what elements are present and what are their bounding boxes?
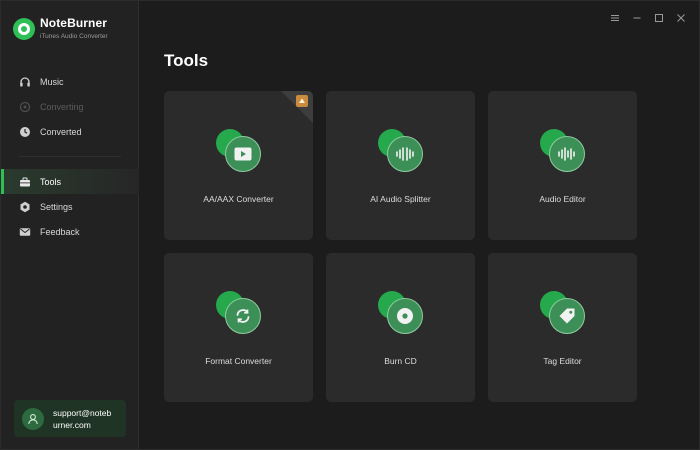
headphones-icon: [19, 76, 31, 88]
brand: NoteBurner iTunes Audio Converter: [13, 16, 108, 40]
sidebar-item-label: Tools: [40, 176, 62, 187]
minimize-icon[interactable]: [631, 12, 643, 24]
disc-icon: [387, 298, 423, 334]
sidebar-item-label: Settings: [40, 201, 73, 212]
toolbox-icon: [19, 176, 31, 188]
close-icon[interactable]: [675, 12, 687, 24]
tool-icon: [540, 291, 586, 334]
sidebar-item-music[interactable]: Music: [1, 69, 139, 94]
sidebar-item-tools[interactable]: Tools: [1, 169, 139, 194]
tool-icon: [378, 129, 424, 172]
tool-label: AI Audio Splitter: [370, 194, 431, 204]
tool-card-format-converter[interactable]: Format Converter: [164, 253, 313, 402]
sidebar-item-converting[interactable]: Converting: [1, 94, 139, 119]
tool-card-tag-editor[interactable]: Tag Editor: [488, 253, 637, 402]
tool-icon: [540, 129, 586, 172]
tool-icon: [216, 129, 262, 172]
play-video-icon: [225, 136, 261, 172]
gear-icon: [19, 201, 31, 213]
tool-icon: [216, 291, 262, 334]
menu-icon[interactable]: [609, 12, 621, 24]
converting-icon: [19, 101, 31, 113]
tool-card-ai-audio-splitter[interactable]: AI Audio Splitter: [326, 91, 475, 240]
refresh-icon: [225, 298, 261, 334]
mail-icon: [19, 226, 31, 238]
tool-card-audio-editor[interactable]: Audio Editor: [488, 91, 637, 240]
sidebar-divider: [19, 156, 121, 157]
tool-card-burn-cd[interactable]: Burn CD: [326, 253, 475, 402]
sidebar-nav: Music Converting Converted Tools Setting…: [1, 69, 139, 244]
window-controls: [609, 12, 687, 24]
noteburner-logo-icon: [13, 18, 35, 40]
sidebar-item-converted[interactable]: Converted: [1, 119, 139, 144]
tool-card-aa-aax-converter[interactable]: AA/AAX Converter: [164, 91, 313, 240]
tool-label: Tag Editor: [543, 356, 582, 366]
main-content: Tools AA/AAX Converter AI Audio Splitter…: [139, 1, 699, 449]
sidebar-item-settings[interactable]: Settings: [1, 194, 139, 219]
new-badge-icon: [296, 95, 308, 107]
waveform-icon: [549, 136, 585, 172]
app-window: NoteBurner iTunes Audio Converter Music …: [0, 0, 700, 450]
sidebar-item-label: Music: [40, 76, 64, 87]
tag-icon: [549, 298, 585, 334]
tool-label: Format Converter: [205, 356, 272, 366]
account-email: support@noteb urner.com: [53, 407, 112, 430]
sidebar-item-feedback[interactable]: Feedback: [1, 219, 139, 244]
tool-label: Audio Editor: [539, 194, 586, 204]
sidebar-item-label: Converted: [40, 126, 82, 137]
account-card[interactable]: support@noteb urner.com: [14, 400, 126, 437]
tool-icon: [378, 291, 424, 334]
page-title: Tools: [164, 51, 209, 70]
avatar: [22, 407, 44, 430]
sidebar: NoteBurner iTunes Audio Converter Music …: [1, 1, 139, 449]
tool-label: Burn CD: [384, 356, 417, 366]
tool-label: AA/AAX Converter: [203, 194, 274, 204]
app-subtitle: iTunes Audio Converter: [40, 33, 108, 40]
waveform-icon: [387, 136, 423, 172]
sidebar-item-label: Feedback: [40, 226, 80, 237]
user-icon: [28, 413, 38, 424]
app-name: NoteBurner: [40, 16, 108, 30]
clock-icon: [19, 126, 31, 138]
maximize-icon[interactable]: [653, 12, 665, 24]
tools-grid: AA/AAX Converter AI Audio Splitter Audio…: [164, 91, 637, 402]
sidebar-item-label: Converting: [40, 101, 84, 112]
